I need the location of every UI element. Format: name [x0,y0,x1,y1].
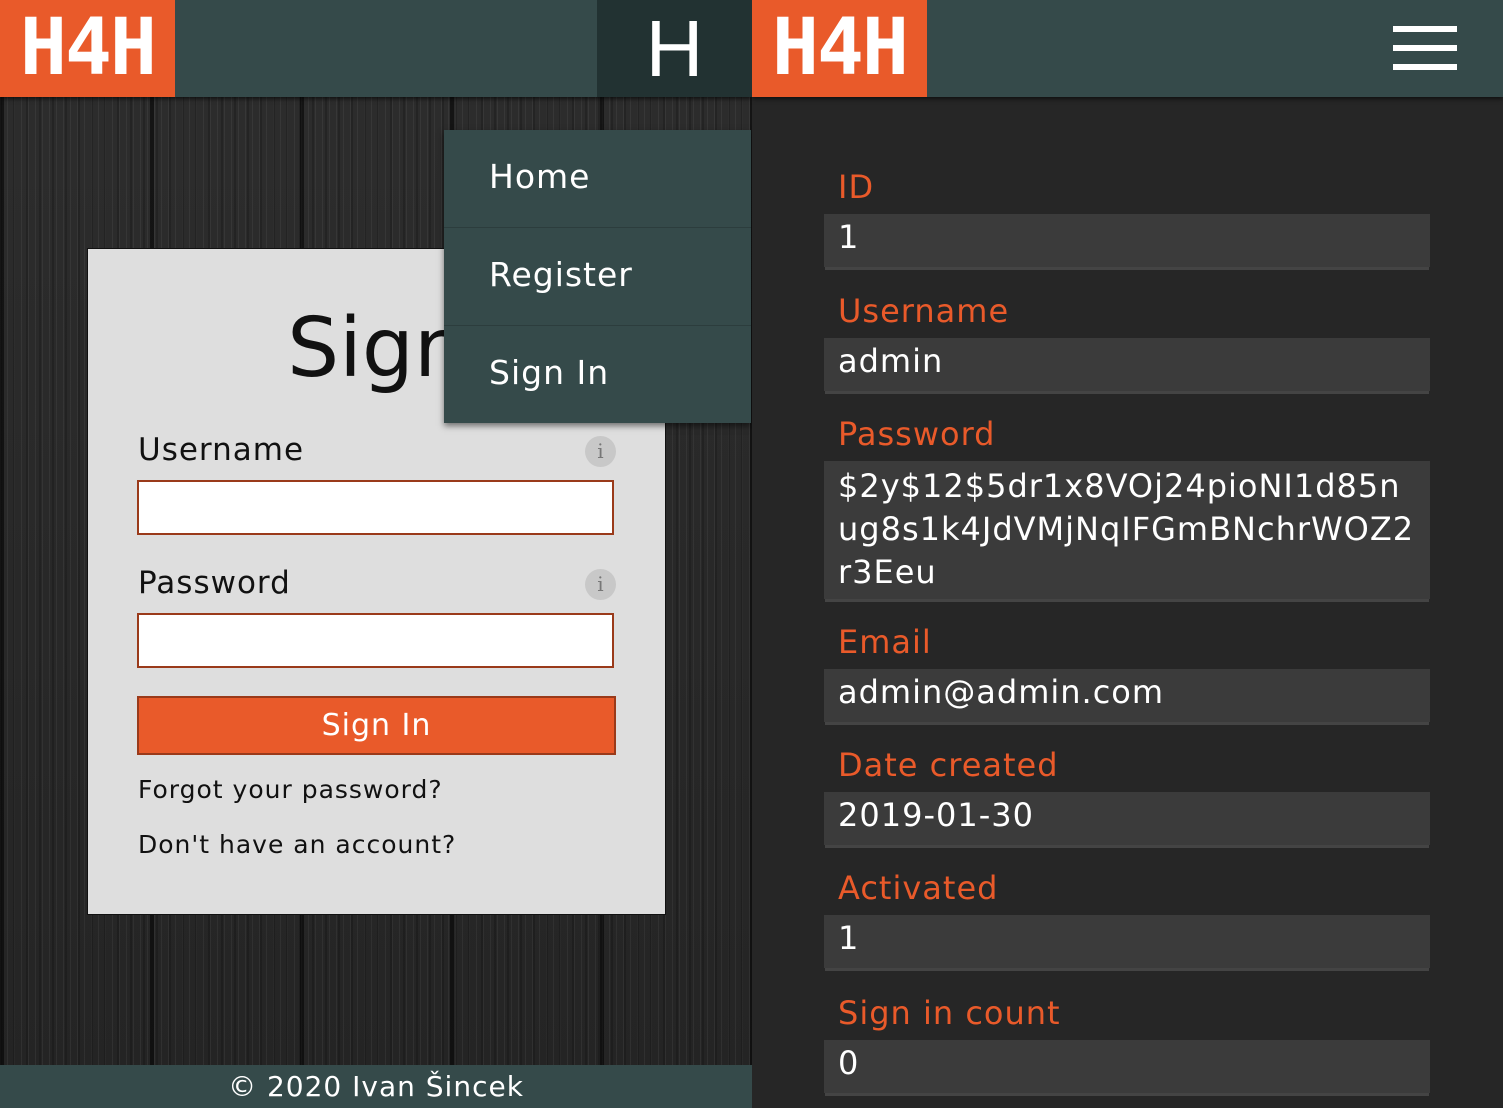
signin-button[interactable]: Sign In [137,696,616,755]
field-value-email: admin@admin.com [824,669,1430,722]
username-label: Username [138,432,305,468]
field-label-signin-count: Sign in count [838,994,1061,1032]
password-info-icon[interactable]: i [585,569,616,600]
field-value-password: $2y$12$5dr1x8VOj24pioNI1d85nug8s1k4JdVMj… [824,461,1430,599]
menu-item-signin[interactable]: Sign In [444,326,751,423]
forgot-password-link[interactable]: Forgot your password? [138,775,443,804]
menu-item-register[interactable]: Register [444,228,751,326]
password-input[interactable] [137,613,614,668]
field-label-activated: Activated [838,869,999,907]
profile-screen: H4H ID 1 Username admin Password $2y$12$… [752,0,1503,1108]
nav-dropdown-menu: Home Register Sign In [444,130,751,423]
footer: © 2020 Ivan Šincek [0,1065,752,1108]
password-label: Password [138,565,291,601]
signin-screen: H4H H Sign Username i Password i Sign In… [0,0,752,1108]
field-label-email: Email [838,623,932,661]
register-link[interactable]: Don't have an account? [138,830,456,859]
menu-item-home[interactable]: Home [444,130,751,228]
field-value-username: admin [824,338,1430,391]
field-label-id: ID [838,168,875,206]
menu-toggle-button[interactable]: H [597,0,752,97]
field-label-password: Password [838,415,996,453]
field-label-username: Username [838,292,1010,330]
h4h-logo[interactable]: H4H [0,0,175,97]
username-input[interactable] [137,480,614,535]
username-info-icon[interactable]: i [585,436,616,467]
field-value-date-created: 2019-01-30 [824,792,1430,845]
top-navbar: H4H H [0,0,752,97]
field-value-activated: 1 [824,915,1430,968]
field-label-date-created: Date created [838,746,1059,784]
hamburger-menu-icon[interactable] [1393,26,1457,74]
field-value-id: 1 [824,214,1430,267]
h4h-logo[interactable]: H4H [752,0,927,97]
top-navbar: H4H [752,0,1503,97]
field-value-signin-count: 0 [824,1040,1430,1093]
